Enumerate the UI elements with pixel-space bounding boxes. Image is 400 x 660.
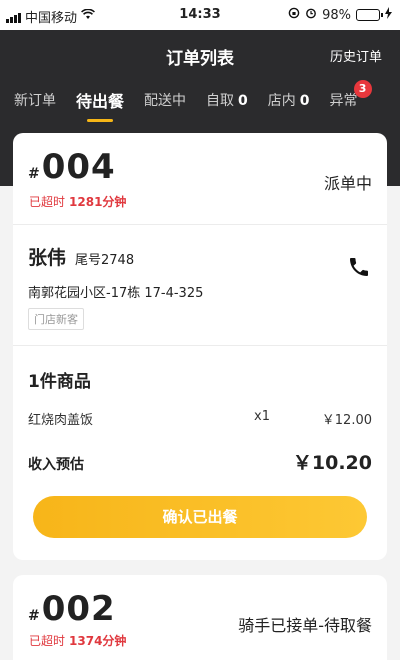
income-label: 收入预估 <box>28 457 84 473</box>
tab-self-pickup[interactable]: 自取 0 <box>206 90 248 122</box>
customer-tag: 门店新客 <box>28 308 84 330</box>
order-number: # 002 <box>28 589 116 629</box>
overtime-value: 1374分钟 <box>69 634 127 648</box>
order-header: # 002 已超时 1374分钟 骑手已接单-待取餐 <box>13 575 387 660</box>
history-orders-link[interactable]: 历史订单 <box>330 46 382 65</box>
confirm-meal-ready-button[interactable]: 确认已出餐 <box>33 496 367 538</box>
order-number-value: 002 <box>41 589 116 629</box>
overtime-info: 已超时 1374分钟 <box>29 632 126 649</box>
customer-address: 南郭花园小区-17栋 17-4-325 <box>28 286 204 301</box>
tab-label: 新订单 <box>14 93 56 109</box>
customer-section: 张伟 尾号2748 南郭花园小区-17栋 17-4-325 门店新客 <box>13 225 387 345</box>
order-header: # 004 已超时 1281分钟 派单中 <box>13 133 387 224</box>
battery-icon <box>356 9 383 21</box>
phone-icon[interactable] <box>347 255 371 279</box>
order-number-value: 004 <box>41 147 116 187</box>
order-status: 骑手已接单-待取餐 <box>238 616 372 635</box>
active-tab-indicator <box>87 119 113 122</box>
order-status: 派单中 <box>323 174 372 193</box>
order-tabs: 新订单 待出餐 配送中 自取 0 店内 0 异常 3 <box>14 80 378 122</box>
charging-icon <box>385 7 392 23</box>
tab-delivering[interactable]: 配送中 <box>144 90 186 122</box>
tab-label: 待出餐 <box>76 92 125 111</box>
goods-count-title: 1件商品 <box>28 372 91 392</box>
overtime-label: 已超时 <box>29 195 66 209</box>
tab-label: 自取 <box>206 93 235 109</box>
tab-pending-meal[interactable]: 待出餐 <box>76 88 124 122</box>
phone-tail-number: 尾号2748 <box>75 253 135 268</box>
tab-dine-in[interactable]: 店内 0 <box>268 90 310 122</box>
order-card[interactable]: # 004 已超时 1281分钟 派单中 张伟 尾号2748 南郭花园小区-17栋… <box>13 133 387 560</box>
goods-name: 红烧肉盖饭 <box>28 413 94 428</box>
divider <box>13 345 387 346</box>
income-value: ￥10.20 <box>292 452 372 474</box>
tab-exception[interactable]: 异常 3 <box>329 80 372 122</box>
order-hash: # <box>28 608 40 624</box>
tab-label: 配送中 <box>144 93 187 109</box>
alarm-icon <box>305 7 317 23</box>
rotation-lock-icon <box>288 7 300 23</box>
goods-price: ￥12.00 <box>321 413 372 428</box>
exception-badge: 3 <box>353 80 372 98</box>
order-hash: # <box>28 166 40 182</box>
overtime-info: 已超时 1281分钟 <box>29 193 126 210</box>
customer-name: 张伟 <box>28 247 67 269</box>
tab-label: 异常 <box>329 93 358 109</box>
tab-new-orders[interactable]: 新订单 <box>14 90 56 122</box>
overtime-value: 1281分钟 <box>69 195 127 209</box>
status-right: 98% <box>288 7 392 23</box>
tab-label: 店内 <box>267 93 296 109</box>
order-number: # 004 <box>28 147 116 187</box>
order-card[interactable]: # 002 已超时 1374分钟 骑手已接单-待取餐 <box>13 575 387 660</box>
status-bar: 中国移动 14:33 98% <box>0 0 400 30</box>
goods-quantity: x1 <box>254 409 270 424</box>
tab-count: 0 <box>299 93 310 109</box>
overtime-label: 已超时 <box>29 634 66 648</box>
tab-count: 0 <box>238 93 248 109</box>
goods-item-row: 红烧肉盖饭 x1 ￥12.00 <box>28 409 372 428</box>
battery-percent: 98% <box>322 7 351 23</box>
